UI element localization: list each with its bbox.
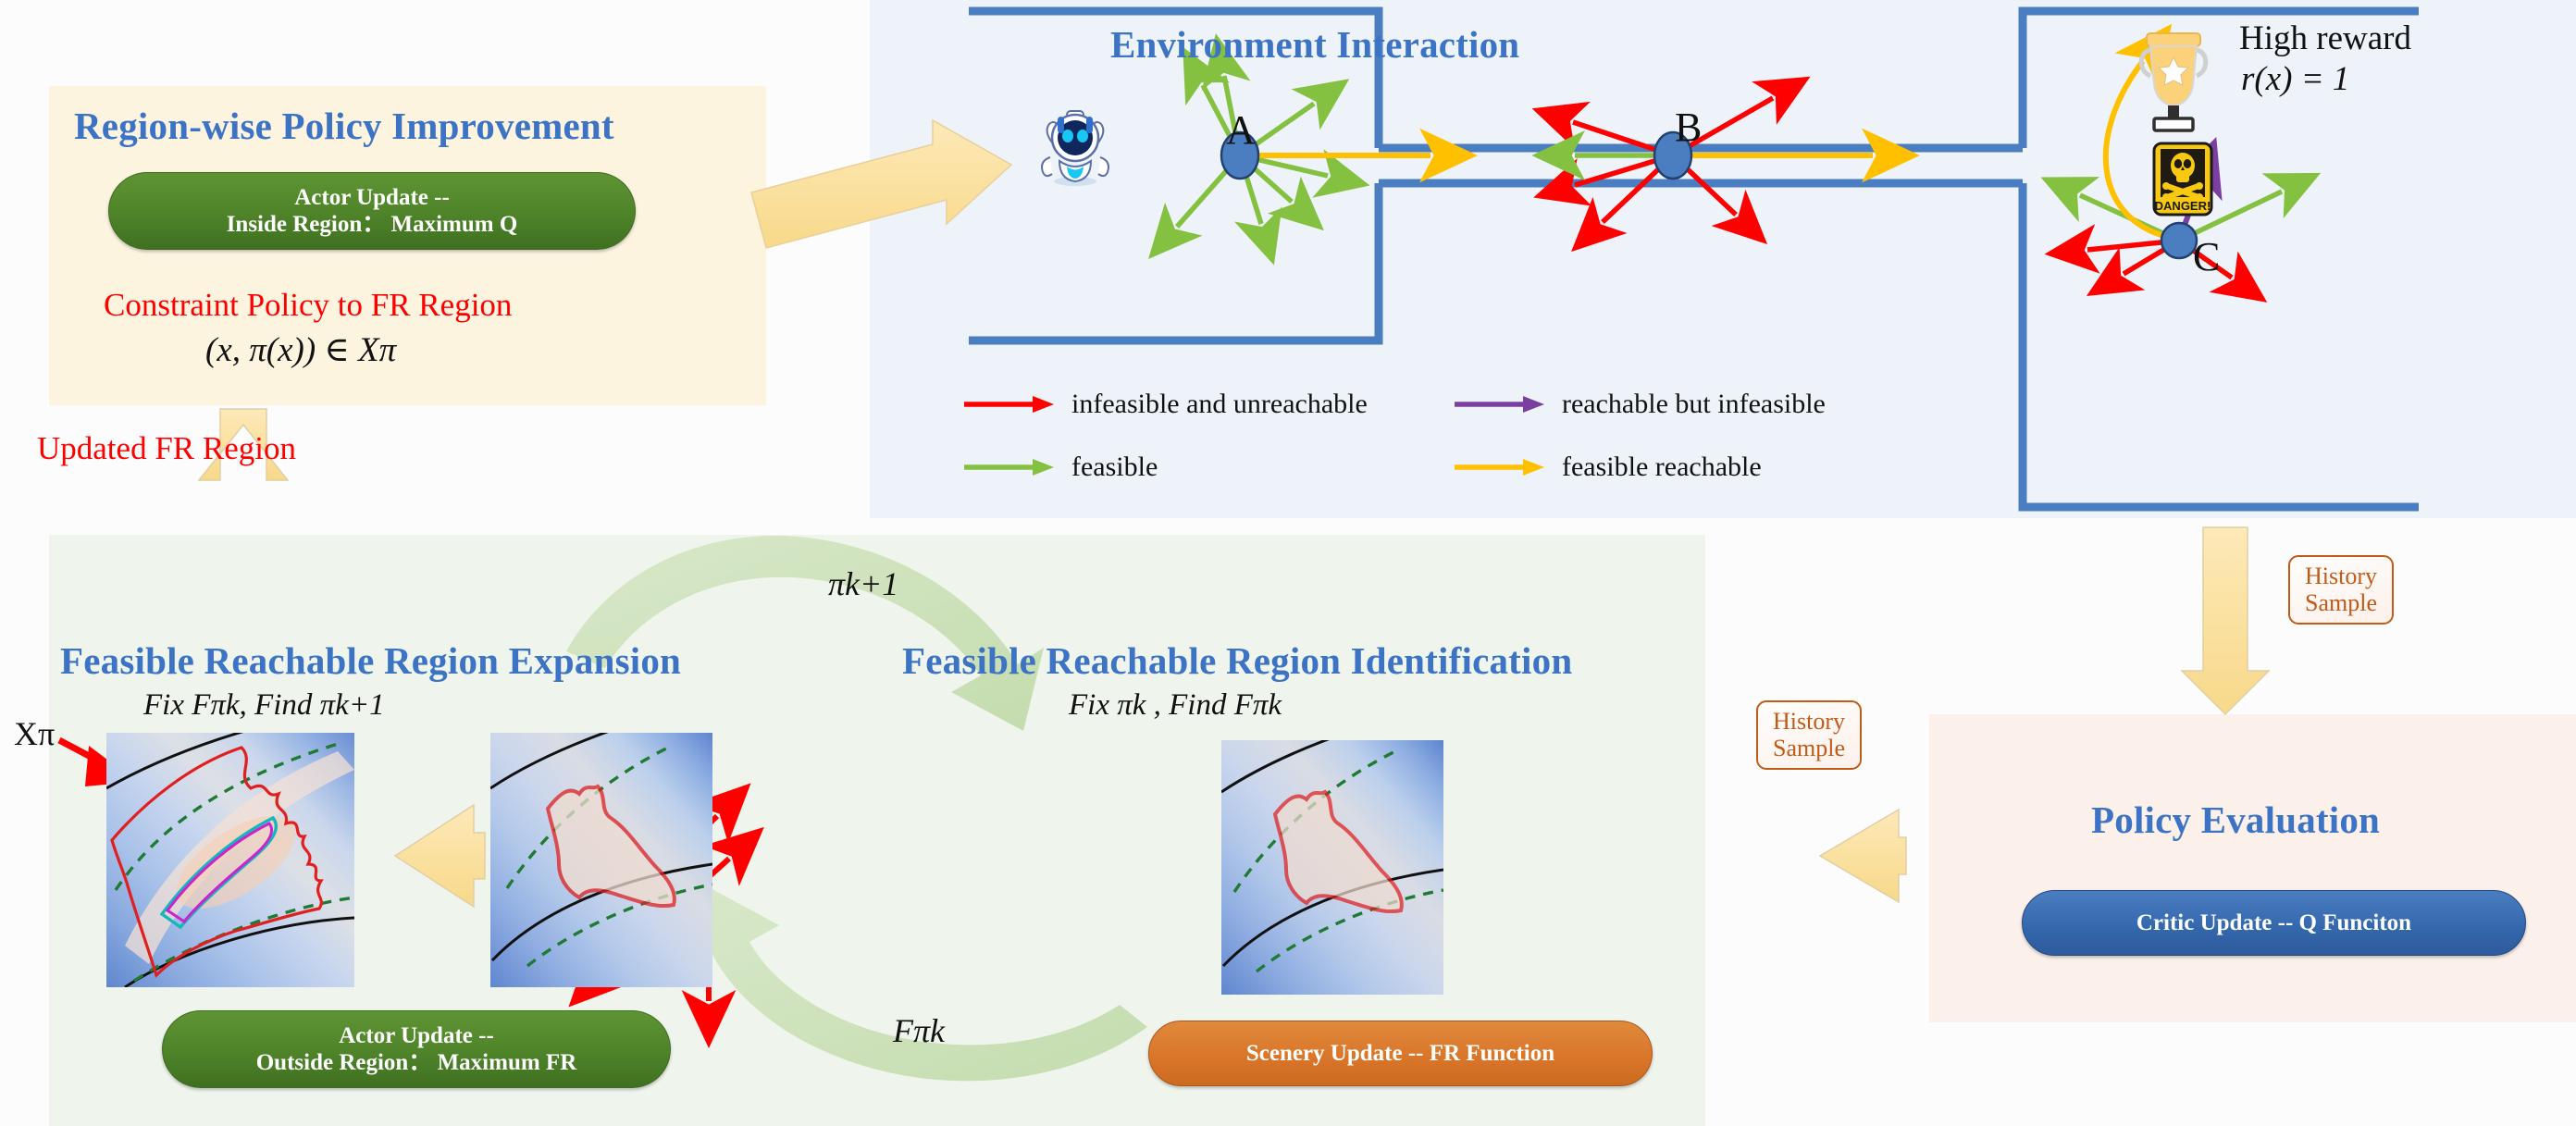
page-title-region-wise-policy-improvement: Region-wise Policy Improvement [74, 105, 614, 147]
updated-fr-region-label: Updated FR Region [37, 430, 296, 466]
actor-update-inside-line1: Actor Update -- [294, 184, 450, 210]
legend-item-feasible-reachable: feasible reachable [1453, 452, 1762, 483]
cycle-arrow-top-label: πk+1 [828, 565, 899, 602]
node-label-c: C [2193, 234, 2221, 279]
legend-label: infeasible and unreachable [1071, 389, 1368, 419]
legend: infeasible and unreachable reachable but… [962, 389, 1943, 490]
legend-label: feasible reachable [1562, 452, 1762, 482]
arrow-right-icon [1455, 396, 1544, 413]
constraint-policy-label: Constraint Policy to FR Region [104, 287, 513, 323]
history-sample-line2: Sample [2305, 589, 2377, 617]
identification-subtitle: Fix πk , Find Fπk [1069, 688, 1282, 722]
page-title-feasible-reachable-region-identification: Feasible Reachable Region Identification [902, 639, 1573, 682]
constraint-policy-formula: (x, π(x)) ∈ Xπ [205, 331, 397, 369]
reward-formula: r(x) = 1 [2241, 60, 2350, 98]
actor-update-inside-region-button[interactable]: Actor Update -- Inside Region： Maximum Q [108, 172, 636, 250]
legend-item-reachable-but-infeasible: reachable but infeasible [1453, 389, 1826, 420]
scenery-update-label: Scenery Update -- FR Function [1245, 1040, 1555, 1066]
node-label-a: A [1226, 107, 1256, 153]
legend-item-feasible: feasible [962, 452, 1158, 483]
panel-policy-evaluation [1929, 714, 2576, 1022]
legend-label: feasible [1071, 452, 1158, 482]
scenery-update-fr-function-button[interactable]: Scenery Update -- FR Function [1148, 1021, 1653, 1086]
arrow-right-icon [964, 459, 1054, 476]
high-reward-label: High reward [2239, 19, 2411, 57]
page-title-environment-interaction: Environment Interaction [1110, 23, 1520, 66]
diagram-canvas: DANGER! Region-wise Policy Improvement A… [0, 0, 2576, 1126]
arrow-evaluation-to-identification [1818, 808, 1907, 904]
page-title-feasible-reachable-region-expansion: Feasible Reachable Region Expansion [60, 639, 682, 682]
legend-item-infeasible-unreachable: infeasible and unreachable [962, 389, 1368, 420]
critic-update-label: Critic Update -- Q Funciton [2136, 909, 2412, 935]
history-sample-tag-evaluation: History Sample [1756, 700, 1862, 771]
history-sample-line1: History [1773, 708, 1845, 735]
xpi-region-label: Xπ [14, 715, 56, 752]
arrow-env-to-evaluation [2180, 526, 2271, 716]
node-label-b: B [1675, 105, 1703, 150]
actor-update-outside-region-button[interactable]: Actor Update -- Outside Region： Maximum … [162, 1010, 671, 1088]
legend-label: reachable but infeasible [1562, 389, 1826, 419]
actor-update-inside-line2: Inside Region： Maximum Q [226, 212, 518, 237]
contour-plot-expanded-region [106, 733, 354, 987]
contour-plot-expanding-region [490, 733, 712, 987]
expansion-subtitle: Fix Fπk, Find πk+1 [143, 688, 385, 722]
history-sample-line1: History [2305, 563, 2377, 589]
history-sample-line2: Sample [1773, 735, 1845, 762]
arrow-right-icon [964, 396, 1054, 413]
actor-update-outside-line1: Actor Update -- [339, 1022, 494, 1048]
actor-update-outside-line2: Outside Region： Maximum FR [255, 1050, 577, 1075]
arrow-right-icon [1455, 459, 1544, 476]
history-sample-tag-environment: History Sample [2288, 555, 2394, 625]
page-title-policy-evaluation: Policy Evaluation [2091, 798, 2381, 841]
cycle-arrow-bottom-label: Fπk [893, 1012, 946, 1049]
contour-plot-identified-region [1221, 740, 1443, 995]
critic-update-q-function-button[interactable]: Critic Update -- Q Funciton [2022, 890, 2526, 956]
